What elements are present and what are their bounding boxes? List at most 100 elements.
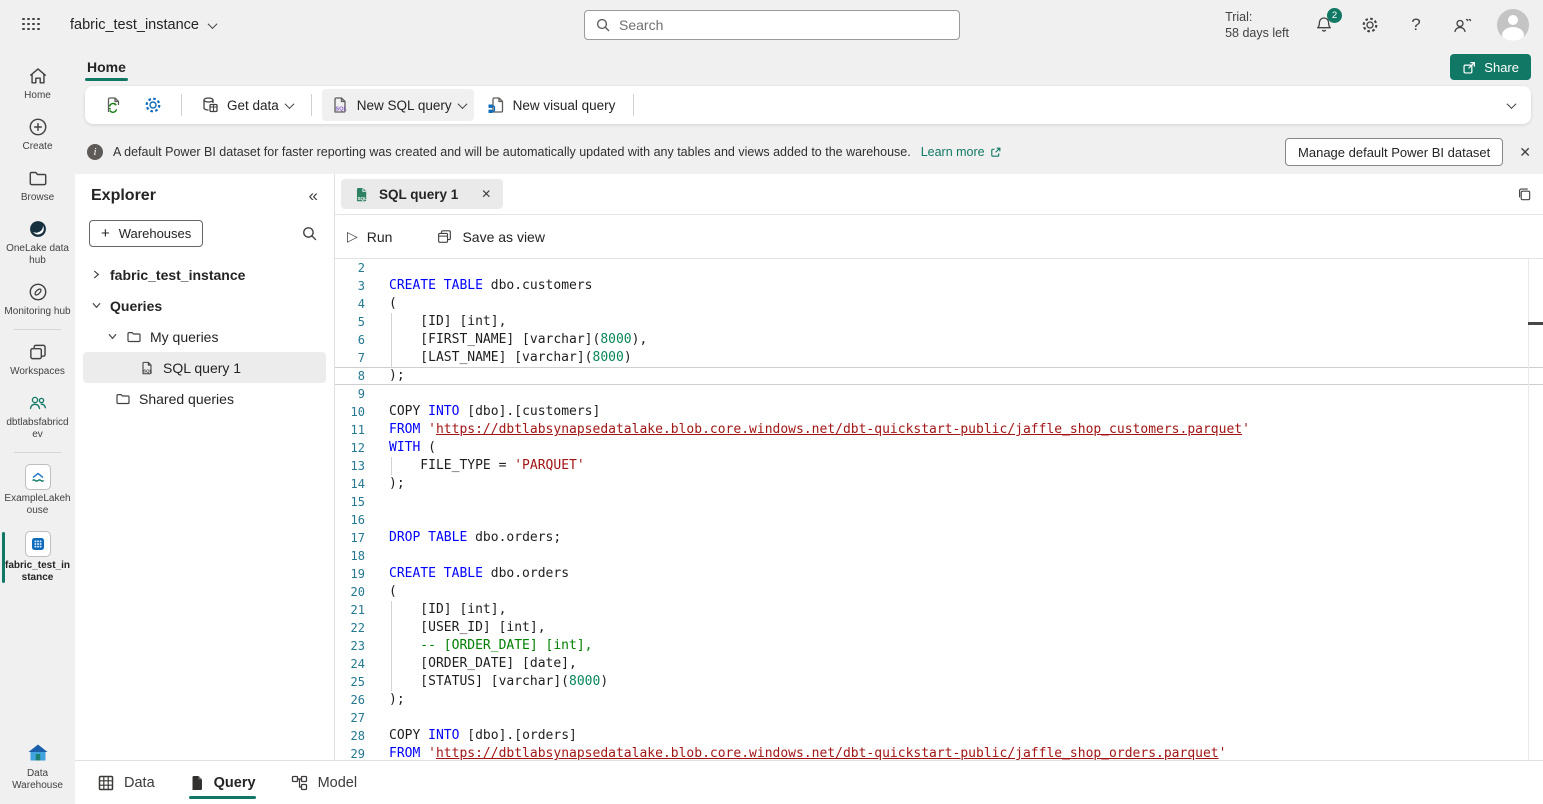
code-line[interactable]: 26);: [335, 691, 1543, 709]
close-banner-icon[interactable]: ✕: [1519, 144, 1531, 161]
code-line[interactable]: 29FROM 'https://dbtlabsynapsedatalake.bl…: [335, 745, 1543, 760]
tree-item-warehouse-root[interactable]: fabric_test_instance: [83, 259, 326, 290]
tab-sql-query-1[interactable]: SQL SQL query 1 ✕: [341, 179, 503, 209]
code-line[interactable]: 27: [335, 709, 1543, 727]
indent-guide: [391, 673, 392, 691]
code-line[interactable]: 24 [ORDER_DATE] [date],: [335, 655, 1543, 673]
nav-item-fabric-test-instance[interactable]: fabric_test_instance: [0, 524, 75, 591]
refresh-button[interactable]: [95, 89, 131, 121]
code-text: [ID] [int],: [365, 601, 506, 619]
code-line[interactable]: 22 [USER_ID] [int],: [335, 619, 1543, 637]
query-document-icon: [189, 774, 205, 792]
get-data-button[interactable]: Get data: [192, 89, 301, 121]
settings-button[interactable]: [1359, 14, 1381, 36]
code-line[interactable]: 20(: [335, 583, 1543, 601]
new-sql-query-button[interactable]: SQL New SQL query: [322, 89, 474, 121]
line-number: 4: [335, 295, 365, 313]
code-line[interactable]: 13 FILE_TYPE = 'PARQUET': [335, 457, 1543, 475]
tree-item-my-queries[interactable]: My queries: [83, 321, 326, 352]
code-line[interactable]: 28COPY INTO [dbo].[orders]: [335, 727, 1543, 745]
onelake-icon: [27, 218, 49, 240]
nav-data-warehouse[interactable]: Data Warehouse: [0, 734, 75, 804]
tree-item-sql-query-1[interactable]: SQL SQL query 1: [83, 352, 326, 383]
code-line[interactable]: 17DROP TABLE dbo.orders;: [335, 529, 1543, 547]
nav-workspaces[interactable]: Workspaces: [0, 334, 75, 385]
indent-guide: [391, 601, 392, 619]
search-input[interactable]: Search: [584, 10, 960, 40]
code-line[interactable]: 7 [LAST_NAME] [varchar](8000): [335, 349, 1543, 367]
share-button[interactable]: Share: [1450, 54, 1531, 80]
code-line[interactable]: 8);: [335, 367, 1543, 385]
tab-home[interactable]: Home: [85, 55, 128, 79]
code-text: COPY INTO [dbo].[orders]: [365, 727, 577, 745]
tree-item-queries[interactable]: Queries: [83, 290, 326, 321]
feedback-button[interactable]: [1451, 14, 1473, 36]
new-visual-query-button[interactable]: New visual query: [478, 89, 624, 121]
copy-icon[interactable]: [1516, 186, 1533, 203]
code-line[interactable]: 14);: [335, 475, 1543, 493]
scrollbar-position-marker[interactable]: [1528, 322, 1543, 325]
view-tab-query[interactable]: Query: [189, 761, 256, 804]
database-icon: [200, 95, 220, 115]
people-icon: [26, 392, 50, 414]
nav-create[interactable]: Create: [0, 109, 75, 160]
editor-overview-ruler[interactable]: [1528, 259, 1529, 760]
code-line[interactable]: 4(: [335, 295, 1543, 313]
indent-guide: [391, 637, 392, 655]
code-line[interactable]: 9: [335, 385, 1543, 403]
nav-monitoring-hub[interactable]: Monitoring hub: [0, 274, 75, 325]
collapse-panel-icon[interactable]: «: [309, 186, 318, 206]
code-text: [365, 709, 389, 727]
toolbar-divider: [181, 94, 182, 116]
code-line[interactable]: 16: [335, 511, 1543, 529]
code-line[interactable]: 18: [335, 547, 1543, 565]
nav-home[interactable]: Home: [0, 58, 75, 109]
line-number: 2: [335, 259, 365, 277]
code-line[interactable]: 2: [335, 259, 1543, 277]
workspace-switcher[interactable]: fabric_test_instance: [70, 17, 216, 33]
app-launcher-icon[interactable]: [22, 18, 42, 33]
line-number: 6: [335, 331, 365, 349]
save-as-view-button[interactable]: Save as view: [436, 228, 544, 245]
account-avatar[interactable]: [1497, 9, 1529, 41]
code-line[interactable]: 10COPY INTO [dbo].[customers]: [335, 403, 1543, 421]
sql-code-editor[interactable]: 23CREATE TABLE dbo.customers4(5 [ID] [in…: [335, 259, 1543, 760]
nav-onelake-data-hub[interactable]: OneLake data hub: [0, 211, 75, 274]
code-line[interactable]: 15: [335, 493, 1543, 511]
avatar-person-icon: [1508, 15, 1518, 25]
code-line[interactable]: 3CREATE TABLE dbo.customers: [335, 277, 1543, 295]
code-line[interactable]: 19CREATE TABLE dbo.orders: [335, 565, 1543, 583]
view-tab-model[interactable]: Model: [290, 761, 358, 804]
explorer-search-icon[interactable]: [301, 225, 318, 242]
code-line[interactable]: 5 [ID] [int],: [335, 313, 1543, 331]
svg-text:SQL: SQL: [357, 195, 367, 200]
line-number: 5: [335, 313, 365, 331]
nav-item-examplelakehouse[interactable]: ExampleLakehouse: [0, 457, 75, 524]
collapse-ribbon-chevron-icon[interactable]: [1507, 99, 1517, 109]
code-text: [USER_ID] [int],: [365, 619, 546, 637]
manage-default-dataset-button[interactable]: Manage default Power BI dataset: [1285, 138, 1503, 166]
code-line[interactable]: 12WITH (: [335, 439, 1543, 457]
notifications-button[interactable]: 2: [1313, 14, 1335, 36]
workspaces-icon: [27, 341, 49, 363]
help-button[interactable]: ?: [1405, 14, 1427, 36]
code-line[interactable]: 11FROM 'https://dbtlabsynapsedatalake.bl…: [335, 421, 1543, 439]
learn-more-link[interactable]: Learn more: [921, 145, 1002, 159]
view-switcher-bar: Data Query Model: [75, 760, 1543, 804]
close-tab-icon[interactable]: ✕: [481, 187, 491, 201]
nav-workspace-dbtlabsfabricdev[interactable]: dbtlabsfabricdev: [0, 385, 75, 448]
code-line[interactable]: 23 -- [ORDER_DATE] [int],: [335, 637, 1543, 655]
run-button[interactable]: ▷ Run: [347, 228, 392, 245]
code-line[interactable]: 21 [ID] [int],: [335, 601, 1543, 619]
view-tab-data[interactable]: Data: [97, 761, 155, 804]
indent-guide: [391, 313, 392, 331]
nav-browse[interactable]: Browse: [0, 160, 75, 211]
code-line[interactable]: 25 [STATUS] [varchar](8000): [335, 673, 1543, 691]
chevron-down-icon: [208, 19, 218, 29]
tree-item-shared-queries[interactable]: Shared queries: [83, 383, 326, 414]
add-warehouses-button[interactable]: + Warehouses: [89, 220, 203, 247]
indent-guide: [391, 655, 392, 673]
svg-text:SQL: SQL: [143, 368, 152, 373]
code-line[interactable]: 6 [FIRST_NAME] [varchar](8000),: [335, 331, 1543, 349]
tool-settings-button[interactable]: [135, 89, 171, 121]
